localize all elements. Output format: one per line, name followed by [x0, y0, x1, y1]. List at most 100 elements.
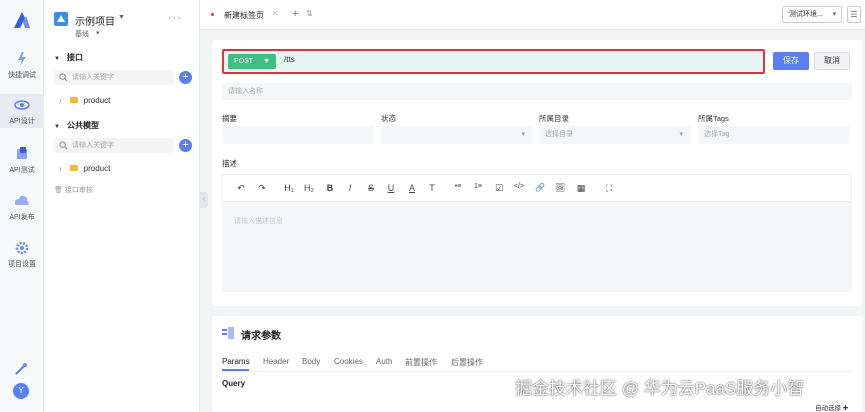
avatar[interactable]: Y	[13, 383, 29, 399]
environment-select[interactable]: 测试环境... ▾	[782, 6, 842, 23]
ordered-list-icon[interactable]: 1≡	[472, 183, 484, 190]
add-tab-icon[interactable]: +	[292, 8, 298, 20]
summary-input[interactable]	[222, 126, 374, 144]
tab-new[interactable]: 新建标签页 ✕	[206, 4, 286, 26]
lightning-icon	[18, 52, 26, 66]
tab-header[interactable]: Header	[263, 357, 289, 366]
tree-item-product[interactable]: › product	[59, 96, 110, 105]
url-input[interactable]: /tts	[284, 55, 295, 64]
params-icon	[222, 327, 234, 339]
tab-body[interactable]: Body	[302, 357, 320, 366]
caret-down-icon: ▼	[54, 56, 60, 62]
request-card: POST ▼ /tts 保存 取消 请输入名称 摘要 状态 所属目录 所属Tag…	[212, 40, 862, 306]
redo-icon[interactable]: ↷	[256, 183, 268, 194]
auto-select-button[interactable]: 自动选择 ✚	[815, 402, 848, 412]
collapse-sidebar-handle[interactable]: ‹	[200, 192, 208, 208]
bullet-list-icon[interactable]: •≡	[452, 183, 464, 190]
folder-icon	[69, 165, 78, 171]
link-icon[interactable]: 🔗	[534, 183, 546, 192]
save-button[interactable]: 保存	[773, 52, 809, 70]
search-icon	[59, 141, 68, 150]
rail-item-api-publish[interactable]: API发布	[0, 190, 44, 224]
rail-item-api-test[interactable]: API测试	[0, 143, 44, 177]
tab-post-script[interactable]: 后置操作	[451, 357, 483, 368]
unsaved-dot-icon	[211, 13, 214, 16]
description-label: 描述	[222, 159, 237, 168]
font-color-icon[interactable]: A	[406, 183, 418, 193]
recycle-bin[interactable]: 🗑 接口审核	[54, 185, 93, 195]
image-icon[interactable]: 🖼	[554, 183, 566, 192]
search-icon	[59, 73, 68, 82]
model-section-title[interactable]: ▼ 公共模型	[54, 120, 99, 131]
params-title: 请求参数	[241, 331, 281, 342]
undo-icon[interactable]: ↶	[235, 183, 247, 194]
tools-icon[interactable]	[14, 362, 28, 376]
caret-down-icon: ▼	[263, 58, 270, 65]
code-icon[interactable]: </>	[513, 183, 525, 190]
chevron-right-icon: ›	[59, 164, 62, 173]
more-icon[interactable]: ···	[168, 12, 182, 24]
rail-item-label: API测试	[9, 167, 35, 174]
close-icon[interactable]: ✕	[272, 9, 279, 18]
active-tab-indicator	[222, 369, 249, 371]
status-select[interactable]: ▾	[381, 126, 533, 144]
api-search-input[interactable]: 请输入关键字	[54, 70, 174, 85]
caret-down-icon[interactable]: ▾	[96, 29, 100, 37]
status-label: 状态	[381, 114, 396, 123]
cancel-button[interactable]: 取消	[814, 52, 850, 70]
add-model-button[interactable]: +	[179, 139, 192, 152]
api-test-icon	[17, 147, 27, 159]
api-section-title[interactable]: ▼ 接口	[54, 52, 83, 63]
tab-label: 新建标签页	[224, 11, 264, 20]
caret-down-icon: ▾	[832, 11, 836, 18]
caret-down-icon[interactable]: ▼	[118, 14, 125, 21]
task-list-icon[interactable]: ☑	[493, 183, 505, 194]
directory-select[interactable]: 选择目录 ▾	[539, 126, 691, 144]
tree-item-product[interactable]: › product	[59, 164, 110, 173]
rail-item-label: API设计	[9, 118, 35, 125]
tab-params[interactable]: Params	[222, 357, 250, 366]
trash-icon: 🗑	[54, 187, 63, 194]
chevron-right-icon: ›	[59, 96, 62, 105]
add-api-button[interactable]: +	[179, 71, 192, 84]
name-input[interactable]: 请输入名称	[222, 83, 852, 100]
rail-item-api-design[interactable]: API设计	[0, 94, 44, 128]
editor-toolbar: ↶ ↷ H₁ H₂ B I S U A T •≡ 1≡ ☑ </> 🔗 🖼 ▦ …	[222, 174, 852, 202]
query-label: Query	[222, 379, 246, 388]
summary-label: 摘要	[222, 114, 237, 123]
project-sidebar: 示例项目 ▼ 基线 ▾ ··· ▼ 接口 请输入关键字 + › product ▼ 公…	[44, 0, 200, 412]
left-rail: 快捷调试 API设计 API测试 API发布 项目设置 Y	[0, 0, 44, 412]
rail-item-project-settings[interactable]: 项目设置	[0, 237, 44, 271]
method-select[interactable]: POST ▼	[228, 54, 276, 69]
fullscreen-icon[interactable]: ⛶	[603, 183, 615, 194]
rail-item-label: 快捷调试	[8, 72, 36, 79]
project-name[interactable]: 示例项目	[75, 13, 115, 28]
rail-item-quick-debug[interactable]: 快捷调试	[0, 48, 44, 82]
project-icon	[54, 12, 68, 26]
tags-label: 所属Tags	[698, 114, 729, 123]
folder-icon	[69, 97, 78, 103]
underline-icon[interactable]: U	[385, 183, 397, 193]
caret-down-icon: ▾	[521, 131, 525, 138]
bold-icon[interactable]: B	[324, 183, 336, 193]
clear-format-icon[interactable]: T	[426, 183, 438, 193]
tab-list-icon[interactable]: ⇅	[306, 9, 313, 18]
directory-label: 所属目录	[539, 114, 569, 123]
description-editor[interactable]: ↶ ↷ H₁ H₂ B I S U A T •≡ 1≡ ☑ </> 🔗 🖼 ▦ …	[222, 174, 852, 292]
branch-label[interactable]: 基线	[75, 29, 89, 39]
strikethrough-icon[interactable]: S	[365, 183, 377, 193]
tab-auth[interactable]: Auth	[376, 357, 392, 366]
tab-pre-script[interactable]: 前置操作	[405, 357, 437, 368]
heading1-icon[interactable]: H₁	[283, 183, 295, 193]
gear-icon	[15, 241, 29, 255]
italic-icon[interactable]: I	[344, 183, 356, 193]
tags-select[interactable]: 选择Tag	[698, 126, 850, 144]
editor-placeholder: 请输入描述信息	[234, 218, 283, 225]
url-bar: POST ▼ /tts	[222, 49, 765, 74]
environment-settings-icon[interactable]: ☰	[847, 6, 861, 23]
app-logo-icon	[14, 12, 30, 28]
tab-cookies[interactable]: Cookies	[334, 357, 363, 366]
model-search-input[interactable]: 请输入关键字	[54, 138, 174, 153]
table-icon[interactable]: ▦	[575, 183, 587, 194]
heading2-icon[interactable]: H₂	[303, 183, 315, 193]
